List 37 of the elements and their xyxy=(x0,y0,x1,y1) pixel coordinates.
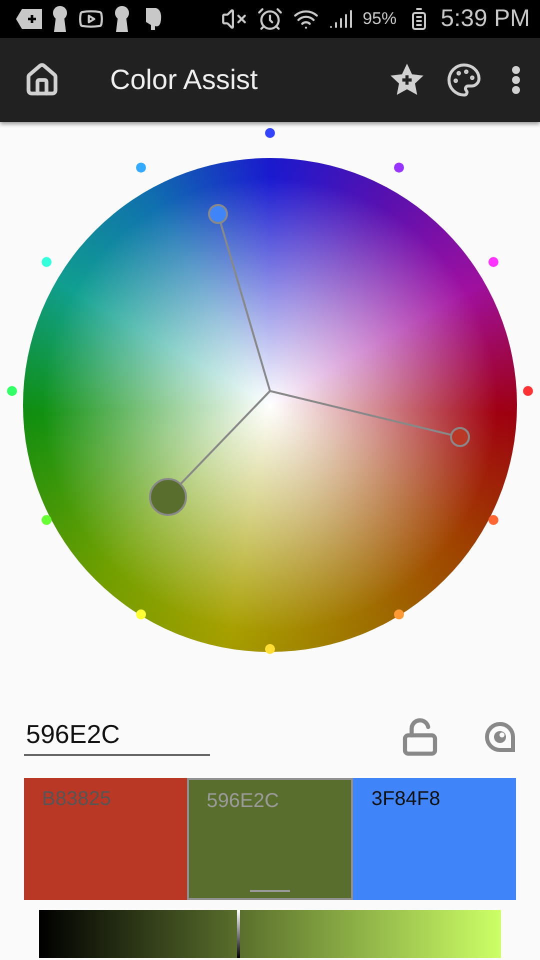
hue-dot xyxy=(488,257,498,267)
color-handle[interactable] xyxy=(208,204,228,224)
hue-dot xyxy=(394,609,404,620)
hue-dot xyxy=(265,128,275,138)
keyhole-icon xyxy=(114,6,130,32)
hue-dot xyxy=(265,644,275,654)
lock-button[interactable] xyxy=(400,717,440,757)
hue-dot xyxy=(523,386,533,396)
add-tag-icon xyxy=(16,9,42,29)
eyedropper-button[interactable] xyxy=(484,721,516,753)
hex-input-field[interactable]: 596E2C xyxy=(24,718,210,756)
signal-icon xyxy=(328,7,353,31)
battery-percent: 95% xyxy=(362,9,397,29)
hue-dot xyxy=(136,609,146,620)
mute-icon xyxy=(220,6,247,32)
keyhole-icon xyxy=(52,6,68,32)
swatch-hex: 596E2C xyxy=(206,790,279,812)
color-handle[interactable] xyxy=(450,427,470,447)
swatch-hex: 3F84F8 xyxy=(371,788,440,810)
shade-slider[interactable] xyxy=(39,910,501,958)
hue-dot xyxy=(42,515,52,525)
home-button[interactable] xyxy=(24,62,60,98)
hue-dot xyxy=(394,162,404,173)
hue-dot xyxy=(488,515,498,525)
app-title: Color Assist xyxy=(110,64,259,96)
slider-thumb[interactable] xyxy=(236,910,240,958)
drag-handle[interactable] xyxy=(250,890,290,892)
color-handle[interactable] xyxy=(149,478,187,516)
more-options-button[interactable] xyxy=(512,66,520,94)
swatch-hex: B83825 xyxy=(42,788,111,810)
color-swatch[interactable]: 3F84F8 xyxy=(353,778,516,900)
alarm-icon xyxy=(256,6,283,32)
hue-dot xyxy=(42,257,52,267)
hue-dot xyxy=(7,386,17,396)
clock-time: 5:39 PM xyxy=(440,5,530,33)
hue-dot xyxy=(136,162,146,173)
palette-button[interactable] xyxy=(446,62,482,98)
